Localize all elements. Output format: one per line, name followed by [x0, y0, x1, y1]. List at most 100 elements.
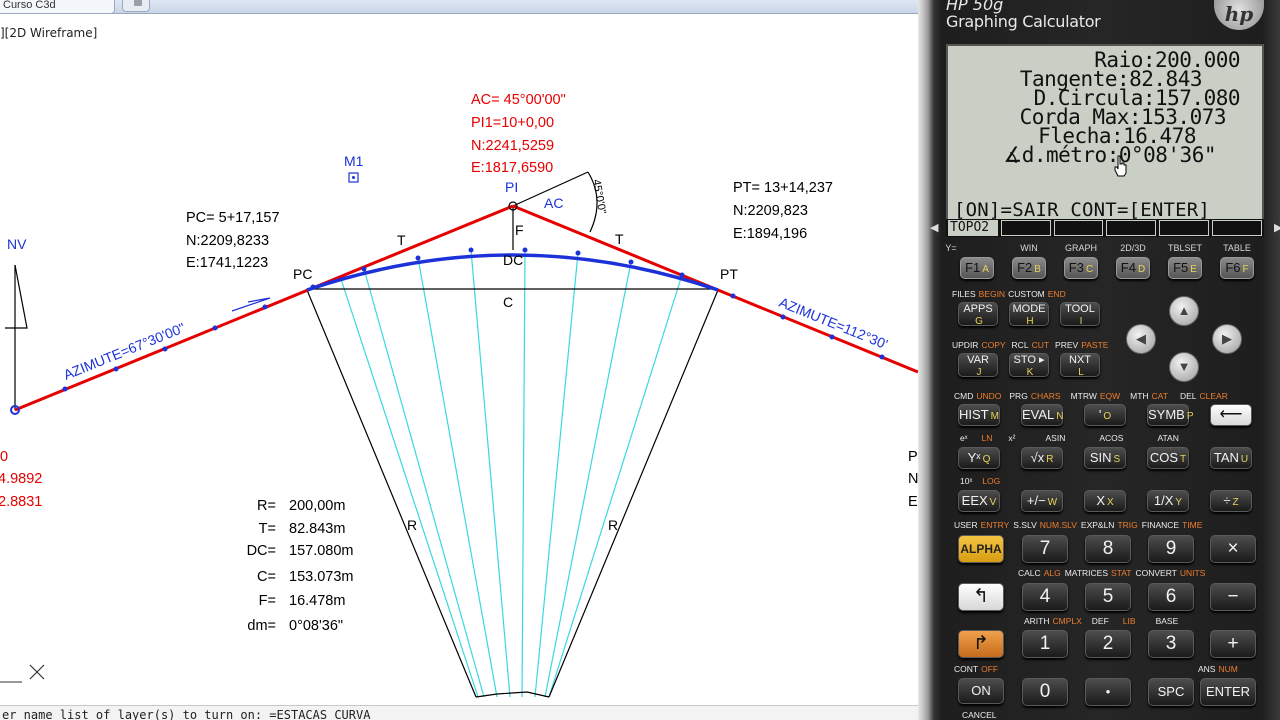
left-arrow-key[interactable]: ◀ [1126, 324, 1156, 354]
minus-key[interactable]: − [1210, 583, 1256, 611]
eex-key[interactable]: EEX V [958, 490, 1000, 512]
x-key-alpha: X [1107, 497, 1114, 508]
command-line[interactable]: er name list of layer(s) to turn on: =ES… [0, 705, 918, 720]
shift-label: ARITH CMPLX DEF LIB BASE [1024, 616, 1179, 626]
right-shift-key[interactable]: ↱ [958, 630, 1004, 658]
f4-key[interactable]: F4 D [1116, 257, 1150, 279]
radius-lines [5, 171, 719, 698]
apps-key-label: APPS [963, 303, 993, 315]
tool-key[interactable]: TOOL I [1060, 302, 1100, 327]
f5-key[interactable]: F5 E [1168, 257, 1202, 279]
left-shift-key[interactable]: ↰ [958, 583, 1004, 611]
alpha-key[interactable]: ALPHA [958, 535, 1004, 563]
radial-line [534, 252, 579, 698]
eex-key-alpha: V [989, 497, 997, 508]
radius-line-left [306, 289, 477, 698]
f1-key[interactable]: F1 A [960, 257, 994, 279]
drawing-canvas[interactable]: AC= 45°00'00" PI1=10+0,00 N:2241,5259 E:… [0, 0, 918, 705]
space-key[interactable]: SPC [1148, 678, 1194, 706]
vertex-dot [679, 272, 685, 278]
summary-label: T= [259, 521, 276, 537]
key-4[interactable]: 4 [1022, 583, 1068, 611]
enter-key[interactable]: ENTER [1200, 678, 1256, 706]
up-arrow-key[interactable]: ▲ [1169, 296, 1199, 326]
plus-key[interactable]: + [1210, 630, 1256, 658]
f6-key-label: F6 [1225, 260, 1241, 275]
vertex-dot [62, 386, 68, 392]
sin-key-alpha: S [1113, 454, 1121, 465]
key-5[interactable]: 5 [1085, 583, 1131, 611]
summary-value: 157.080m [289, 543, 354, 559]
softkey-2[interactable] [1000, 220, 1051, 236]
x-key-label: X [1096, 493, 1105, 508]
sto-key[interactable]: STO ▸ K [1009, 353, 1049, 378]
fkey-top-label: WIN [1020, 243, 1038, 253]
sqrt-key-alpha: R [1046, 454, 1054, 465]
fkey-top-label: Y= [945, 243, 957, 253]
key-9[interactable]: 9 [1148, 535, 1194, 563]
f5-key-alpha: E [1190, 264, 1197, 275]
hist-key[interactable]: HIST M [958, 404, 1000, 426]
cad-window: Curso C3d ][2D Wireframe] AC= 45°00'00" … [0, 0, 918, 720]
var-key[interactable]: VAR J [958, 353, 998, 378]
nxt-key[interactable]: NXT L [1060, 353, 1100, 378]
tool-key-label: TOOL [1065, 303, 1095, 315]
power-key-label: Yˣ [967, 450, 981, 465]
divide-key-alpha: Z [1232, 497, 1239, 508]
apps-key[interactable]: APPS G [958, 302, 998, 327]
key-3[interactable]: 3 [1148, 630, 1194, 658]
key-7[interactable]: 7 [1022, 535, 1068, 563]
quote-key[interactable]: ' O [1084, 404, 1126, 426]
sin-key[interactable]: SIN S [1084, 447, 1126, 469]
hist-key-alpha: M [990, 411, 999, 422]
symb-key[interactable]: SYMB P [1147, 404, 1194, 426]
eval-key[interactable]: EVAL N [1021, 404, 1064, 426]
radial-line [339, 275, 479, 698]
key-1[interactable]: 1 [1022, 630, 1068, 658]
radial-line [363, 268, 485, 698]
divide-key-label: ÷ [1223, 493, 1231, 508]
f6-key[interactable]: F6 F [1220, 257, 1254, 279]
cos-key[interactable]: COS T [1147, 447, 1189, 469]
calculator-screen: Raio:200.000 Tangente:82.843 D.Circula:1… [946, 44, 1264, 221]
softkey-5[interactable] [1159, 220, 1210, 236]
radial-line [417, 257, 498, 698]
down-arrow-key[interactable]: ▼ [1169, 352, 1199, 382]
eex-key-label: EEX [961, 493, 988, 508]
power-key-alpha: Q [982, 454, 991, 465]
multiply-key[interactable]: × [1210, 535, 1256, 563]
right-cut-label: P [908, 449, 918, 465]
pc-n-label: N:2209,8233 [186, 233, 269, 249]
key-8[interactable]: 8 [1085, 535, 1131, 563]
sqrt-key[interactable]: √x R [1021, 447, 1063, 469]
divide-key[interactable]: ÷ Z [1210, 490, 1252, 512]
negate-key[interactable]: +/− W [1021, 490, 1063, 512]
softkey-6[interactable] [1212, 220, 1262, 236]
vertex-dot [829, 334, 835, 340]
pi-e-label: E:1817,6590 [471, 160, 553, 176]
right-arrow-key[interactable]: ▶ [1212, 324, 1242, 354]
pc-annotation: PC= 5+17,157 N:2209,8233 E:1741,1223 [186, 210, 280, 271]
mode-key[interactable]: MODE H [1009, 302, 1049, 327]
reciprocal-key[interactable]: 1/X Y [1147, 490, 1189, 512]
f3-key[interactable]: F3 C [1064, 257, 1098, 279]
softkey-3[interactable] [1053, 220, 1104, 236]
x-key[interactable]: XX [1084, 490, 1126, 512]
f2-key[interactable]: F2 B [1012, 257, 1046, 279]
key-2[interactable]: 2 [1085, 630, 1131, 658]
tan-key[interactable]: TAN U [1210, 447, 1252, 469]
sqrt-key-label: √x [1030, 450, 1045, 465]
f5-key-label: F5 [1173, 260, 1189, 275]
on-key[interactable]: ON [958, 678, 1004, 704]
key-0[interactable]: 0 [1022, 678, 1068, 706]
shift-label: USER ENTRY S.SLV NUM.SLV EXP&LN TRIG FINANCE TI… [954, 520, 1203, 530]
decimal-point-key[interactable]: • [1085, 678, 1131, 706]
sto-key-alpha: K [1026, 367, 1034, 378]
key-6[interactable]: 6 [1148, 583, 1194, 611]
backspace-key[interactable]: ⟵ [1210, 404, 1252, 426]
power-key[interactable]: Yˣ Q [958, 447, 1000, 469]
softkey-4[interactable] [1106, 220, 1157, 236]
f2-key-alpha: B [1034, 264, 1041, 275]
softkey-1[interactable]: TOPO2 [948, 220, 998, 236]
hist-key-label: HIST [959, 407, 989, 422]
